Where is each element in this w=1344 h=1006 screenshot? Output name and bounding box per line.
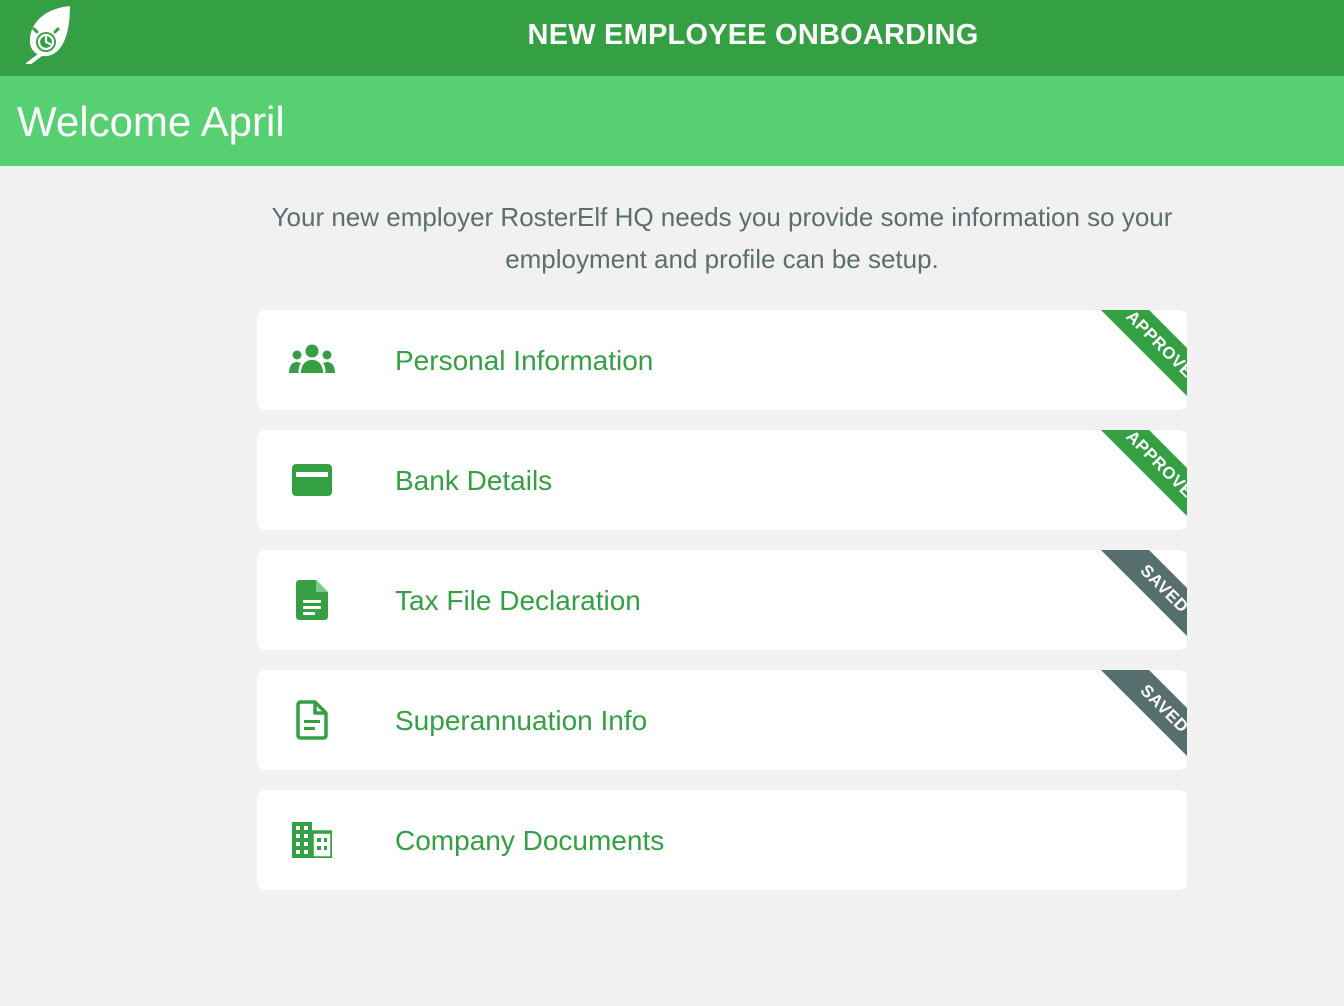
section-label: Tax File Declaration bbox=[395, 585, 641, 616]
status-badge: APPROVED bbox=[1081, 310, 1187, 410]
welcome-bar: Welcome April bbox=[0, 76, 1344, 166]
status-badge: SAVED bbox=[1081, 670, 1187, 770]
onboarding-sections-list: Personal Information APPROVED Bank Detai… bbox=[257, 310, 1187, 910]
app-title: NEW EMPLOYEE ONBOARDING bbox=[527, 19, 979, 51]
credit-card-icon bbox=[285, 456, 339, 504]
section-label: Bank Details bbox=[395, 465, 553, 496]
status-badge: APPROVED bbox=[1081, 430, 1187, 530]
building-icon bbox=[285, 816, 339, 864]
section-label: Company Documents bbox=[395, 825, 665, 856]
people-group-icon bbox=[285, 336, 339, 384]
section-card-personal-information[interactable]: Personal Information APPROVED bbox=[257, 310, 1187, 410]
intro-text: Your new employer RosterElf HQ needs you… bbox=[271, 202, 1173, 274]
status-badge: SAVED bbox=[1081, 550, 1187, 650]
status-ribbon: APPROVED bbox=[1057, 430, 1187, 530]
section-label: Superannuation Info bbox=[395, 705, 648, 736]
top-bar: NEW EMPLOYEE ONBOARDING bbox=[0, 0, 1344, 76]
document-filled-icon bbox=[285, 576, 339, 624]
section-label: Personal Information bbox=[395, 345, 654, 376]
status-ribbon: SAVED bbox=[1057, 550, 1187, 650]
section-card-bank-details[interactable]: Bank Details APPROVED bbox=[257, 430, 1187, 530]
status-ribbon: APPROVED bbox=[1057, 310, 1187, 410]
section-card-company-documents[interactable]: Company Documents bbox=[257, 790, 1187, 890]
section-card-tax-file-declaration[interactable]: Tax File Declaration SAVED bbox=[257, 550, 1187, 650]
document-outline-icon bbox=[285, 696, 339, 744]
status-ribbon: SAVED bbox=[1057, 670, 1187, 770]
section-card-superannuation-info[interactable]: Superannuation Info SAVED bbox=[257, 670, 1187, 770]
welcome-title: Welcome April bbox=[17, 98, 285, 145]
